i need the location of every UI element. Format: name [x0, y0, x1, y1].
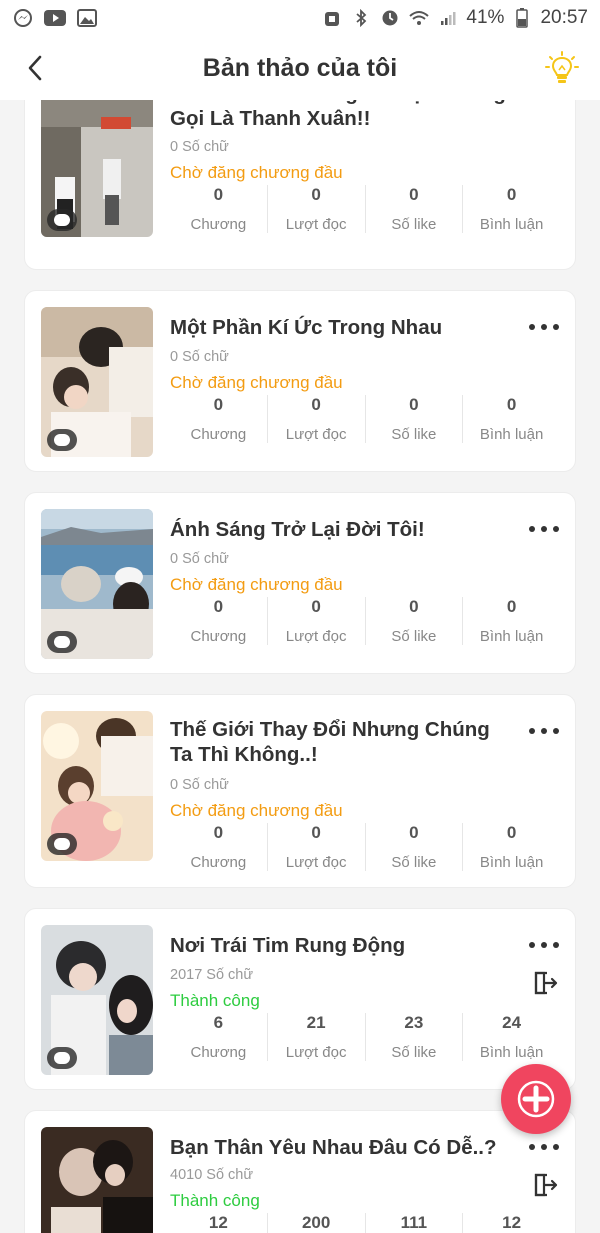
- export-icon: [534, 971, 558, 995]
- word-count: 0 Số chữ: [170, 139, 229, 155]
- story-card[interactable]: Thế Giới Thay Đổi Nhưng Chúng Ta Thì Khô…: [24, 694, 576, 888]
- story-status: Thành công: [170, 991, 260, 1010]
- more-options-button[interactable]: [529, 1137, 559, 1157]
- story-stats: 0 Chương 0 Lượt đọc 0 Số like 0 Bình luận: [170, 185, 560, 235]
- stat-chapters: 12Chương: [208, 1213, 228, 1232]
- stat-likes: 23 Số like: [364, 1013, 463, 1061]
- story-stats: 12Chương 200Lượt đọc 111Số like 12Bình l…: [170, 1213, 560, 1233]
- story-cover: [41, 509, 153, 659]
- more-options-button[interactable]: [529, 935, 559, 955]
- youtube-icon: [44, 9, 66, 27]
- story-card[interactable]: Ánh Sáng Trở Lại Đời Tôi! 0 Số chữ Chờ đ…: [24, 492, 576, 674]
- story-cover: [41, 1127, 153, 1233]
- stat-likes: 0 Số like: [364, 185, 463, 233]
- story-title: Bạn Thân Yêu Nhau Đâu Có Dễ..?: [170, 1136, 497, 1159]
- clock-icon: [379, 9, 401, 27]
- stat-reads: 21 Lượt đọc: [266, 1013, 365, 1061]
- story-status: Thành công: [170, 1191, 260, 1210]
- more-options-button[interactable]: [529, 100, 559, 101]
- story-card[interactable]: Một Phần Kí Ức Trong Nhau 0 Số chữ Chờ đ…: [24, 290, 576, 472]
- stat-comments: 0 Bình luận: [462, 395, 560, 443]
- stat-chapters: 0 Chương: [190, 823, 247, 871]
- word-count: 0 Số chữ: [170, 551, 229, 567]
- publish-button[interactable]: [531, 1171, 559, 1199]
- story-stats: 0 Chương 0 Lượt đọc 0 Số like 0 Bình luận: [170, 395, 560, 445]
- export-icon: [534, 1173, 558, 1197]
- stat-comments: 24 Bình luận: [462, 1013, 560, 1061]
- stat-likes: 111Số like: [364, 1213, 463, 1233]
- stat-chapters: 0 Chương: [190, 597, 247, 645]
- stat-likes: 0 Số like: [364, 597, 463, 645]
- story-title: Thanh Xuân Không Có Cậu Không Gọi Là Tha…: [170, 100, 506, 130]
- chevron-left-icon: [28, 55, 42, 81]
- story-card[interactable]: Nơi Trái Tim Rung Động 2017 Số chữ Thành…: [24, 908, 576, 1090]
- word-count: 2017 Số chữ: [170, 967, 254, 983]
- story-card[interactable]: Bạn Thân Yêu Nhau Đâu Có Dễ..? 4010 Số c…: [24, 1110, 576, 1233]
- stat-reads: 0 Lượt đọc: [266, 823, 365, 871]
- story-title: Ánh Sáng Trở Lại Đời Tôi!: [170, 518, 425, 541]
- stat-comments: 0 Bình luận: [462, 185, 560, 233]
- comment-icon: [47, 631, 77, 653]
- app-header: Bản thảo của tôi: [0, 36, 600, 100]
- draft-list: Thanh Xuân Không Có Cậu Không Gọi Là Tha…: [0, 100, 600, 1233]
- story-status: Chờ đăng chương đầu: [170, 373, 343, 392]
- stat-comments: 12Bình luận: [462, 1213, 560, 1233]
- story-card[interactable]: Thanh Xuân Không Có Cậu Không Gọi Là Tha…: [24, 100, 576, 270]
- stat-chapters: 6 Chương: [190, 1013, 247, 1061]
- comment-icon: [47, 429, 77, 451]
- add-story-button[interactable]: [501, 1064, 571, 1134]
- tip-button[interactable]: [542, 48, 582, 88]
- stat-reads: 0 Lượt đọc: [266, 185, 365, 233]
- bluetooth-icon: [350, 9, 372, 27]
- story-status: Chờ đăng chương đầu: [170, 801, 343, 820]
- word-count: 0 Số chữ: [170, 349, 229, 365]
- alarm-icon: [321, 9, 343, 27]
- publish-button[interactable]: [531, 969, 559, 997]
- signal-icon: [437, 9, 459, 27]
- story-stats: 6 Chương 21 Lượt đọc 23 Số like 24 Bình luận: [170, 1013, 560, 1063]
- back-button[interactable]: [18, 50, 54, 86]
- stat-comments: 0 Bình luận: [462, 823, 560, 871]
- more-options-button[interactable]: [529, 721, 559, 741]
- battery-level: 41%: [466, 7, 505, 28]
- wifi-icon: [408, 9, 430, 27]
- story-cover: [41, 100, 153, 237]
- stat-chapters: 0 Chương: [190, 185, 247, 233]
- story-cover: [41, 711, 153, 861]
- story-title: Một Phần Kí Ức Trong Nhau: [170, 316, 443, 339]
- stat-chapters: 0 Chương: [190, 395, 247, 443]
- more-options-button[interactable]: [529, 519, 559, 539]
- stat-likes: 0 Số like: [364, 823, 463, 871]
- word-count: 4010 Số chữ: [170, 1167, 254, 1183]
- more-options-button[interactable]: [529, 317, 559, 337]
- story-status: Chờ đăng chương đầu: [170, 575, 343, 594]
- story-cover: [41, 925, 153, 1075]
- comment-icon: [47, 1047, 77, 1069]
- stat-reads: 200Lượt đọc: [266, 1213, 365, 1233]
- word-count: 0 Số chữ: [170, 777, 229, 793]
- status-bar: 41% 20:57: [0, 0, 600, 36]
- lightbulb-icon: [545, 51, 579, 83]
- plus-icon: [517, 1080, 555, 1118]
- stat-reads: 0 Lượt đọc: [266, 395, 365, 443]
- comment-icon: [47, 209, 77, 231]
- story-stats: 0 Chương 0 Lượt đọc 0 Số like 0 Bình luận: [170, 597, 560, 647]
- gallery-icon: [76, 9, 98, 27]
- clock-time: 20:57: [540, 7, 588, 28]
- battery-icon: [511, 8, 533, 28]
- messenger-icon: [12, 9, 34, 27]
- stat-reads: 0 Lượt đọc: [266, 597, 365, 645]
- story-cover: [41, 307, 153, 457]
- comment-icon: [47, 833, 77, 855]
- story-title: Nơi Trái Tim Rung Động: [170, 934, 406, 957]
- story-stats: 0 Chương 0 Lượt đọc 0 Số like 0 Bình luận: [170, 823, 560, 873]
- story-status: Chờ đăng chương đầu: [170, 163, 343, 182]
- story-title: Thế Giới Thay Đổi Nhưng Chúng Ta Thì Khô…: [170, 718, 490, 766]
- stat-likes: 0 Số like: [364, 395, 463, 443]
- stat-comments: 0 Bình luận: [462, 597, 560, 645]
- page-title: Bản thảo của tôi: [202, 53, 398, 82]
